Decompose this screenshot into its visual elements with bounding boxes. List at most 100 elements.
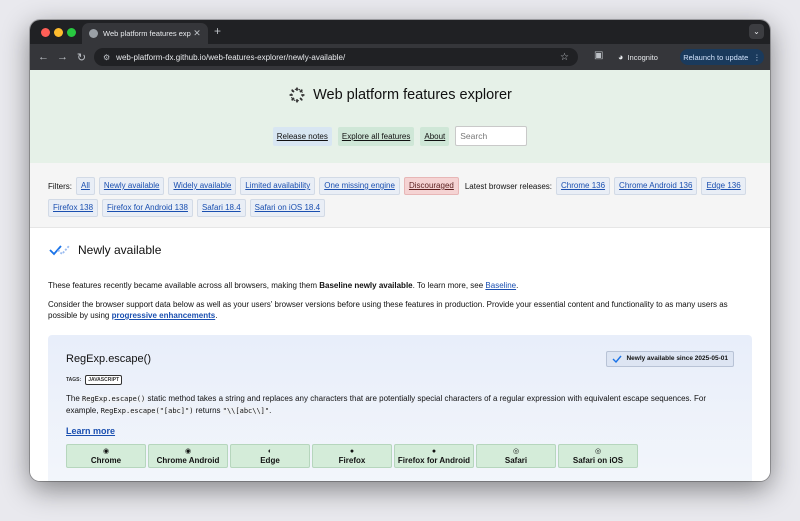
release-firefox[interactable]: Firefox 138 [48, 199, 99, 217]
globe-icon [89, 29, 98, 38]
incognito-label: Incognito [627, 52, 658, 62]
release-chrome-android[interactable]: Chrome Android 136 [614, 177, 698, 195]
page-title: Web platform features explorer [313, 87, 512, 103]
feature-description: The RegExp.escape() static method takes … [66, 393, 734, 417]
new-tab-button[interactable]: + [214, 24, 221, 38]
tag-javascript[interactable]: JAVASCRIPT [85, 374, 123, 385]
support-firefox-android: ● Firefox for Android [394, 443, 474, 468]
safari-icon: ◎ [512, 447, 520, 455]
bookmark-star-icon[interactable]: ☆ [560, 52, 569, 63]
back-arrow-icon[interactable]: ← [34, 51, 53, 63]
search-input[interactable]: Search [455, 126, 528, 146]
support-chrome-android: ◉ Chrome Android [148, 443, 228, 468]
release-notes-link[interactable]: Release notes [272, 126, 332, 146]
about-link[interactable]: About [420, 126, 450, 146]
edge-icon: ◐ [267, 447, 273, 455]
address-bar[interactable]: ⚙ web-platform-dx.github.io/web-features… [94, 48, 578, 66]
safari-icon: ◎ [594, 447, 602, 455]
advice-end: . [215, 311, 218, 320]
feature-card: RegExp.escape() Newly available since 20… [48, 334, 752, 481]
advice-paragraph: Consider the browser support data below … [48, 299, 752, 322]
incognito-icon: ◕ [618, 52, 624, 62]
forward-arrow-icon[interactable]: → [53, 51, 72, 63]
chrome-icon: ◉ [102, 447, 110, 455]
close-icon[interactable]: ✕ [191, 28, 203, 39]
browser-name: Chrome [90, 455, 122, 465]
baseline-newly-available-icon [49, 245, 70, 256]
release-safari[interactable]: Safari 18.4 [196, 199, 246, 217]
code-snippet: RegExp.escape("[abc]") [100, 406, 194, 415]
filter-discouraged[interactable]: Discouraged [403, 177, 459, 195]
browser-name: Firefox for Android [397, 455, 471, 465]
site-settings-icon[interactable]: ⚙ [103, 53, 110, 62]
tab-title: Web platform features explor [103, 29, 191, 38]
explore-all-features-link[interactable]: Explore all features [337, 126, 415, 146]
feature-name[interactable]: RegExp.escape() [66, 353, 151, 365]
checkmark-icon [612, 355, 622, 363]
browser-support-row: ◉ Chrome ◉ Chrome Android ◐ Edge ● Firefox ●… [66, 443, 734, 468]
incognito-indicator[interactable]: ◕ Incognito [618, 49, 658, 65]
chevron-down-icon[interactable]: ⌄ [749, 24, 764, 39]
code-snippet: "\\[abc\\]" [222, 406, 270, 415]
release-chrome[interactable]: Chrome 136 [556, 177, 611, 195]
release-safari-ios[interactable]: Safari on iOS 18.4 [249, 199, 326, 217]
intro-bold: Baseline newly available [319, 281, 413, 290]
close-window-button[interactable] [41, 28, 50, 37]
filter-one-missing-engine[interactable]: One missing engine [319, 177, 400, 195]
support-firefox: ● Firefox [312, 443, 392, 468]
feature-header: RegExp.escape() Newly available since 20… [66, 350, 734, 367]
intro-text: These features recently became available… [48, 281, 320, 290]
browser-name: Chrome Android [156, 455, 220, 465]
latest-releases-label: Latest browser releases: [464, 181, 553, 191]
browser-toolbar: ← → ↻ ⚙ web-platform-dx.github.io/web-fe… [30, 44, 770, 70]
baseline-link[interactable]: Baseline [485, 281, 516, 290]
tab-strip: Web platform features explor ✕ + ⌄ [30, 20, 770, 44]
relaunch-button[interactable]: Relaunch to update ⋮ [680, 49, 764, 65]
intro-paragraph: These features recently became available… [48, 280, 752, 292]
support-safari: ◎ Safari [476, 443, 556, 468]
active-tab[interactable]: Web platform features explor ✕ [82, 23, 208, 44]
desc-text: The [66, 393, 83, 403]
filter-all[interactable]: All [76, 177, 95, 195]
filter-newly-available[interactable]: Newly available [98, 177, 165, 195]
main-content: Newly available These features recently … [30, 243, 770, 481]
site-header: Web platform features explorer Release n… [30, 70, 770, 163]
learn-more-link[interactable]: Learn more [66, 426, 734, 436]
browser-name: Safari [504, 455, 528, 465]
browser-window: Web platform features explor ✕ + ⌄ ← → ↻… [30, 20, 770, 481]
reload-icon[interactable]: ↻ [72, 51, 91, 64]
code-snippet: RegExp.escape() [82, 394, 146, 403]
web-page: Web platform features explorer Release n… [30, 70, 770, 481]
support-safari-ios: ◎ Safari on iOS [558, 443, 638, 468]
maximize-window-button[interactable] [67, 28, 76, 37]
site-brand[interactable]: Web platform features explorer [30, 86, 770, 104]
progressive-enhancements-link[interactable]: progressive enhancements [112, 311, 216, 320]
search-placeholder: Search [460, 131, 488, 141]
filters-bar: Filters: All Newly available Widely avai… [30, 163, 770, 228]
logo-icon [289, 87, 305, 103]
release-edge[interactable]: Edge 136 [701, 177, 746, 195]
chrome-icon: ◉ [184, 447, 192, 455]
browser-name: Firefox [338, 455, 366, 465]
minimize-window-button[interactable] [54, 28, 63, 37]
url-text[interactable]: web-platform-dx.github.io/web-features-e… [116, 53, 560, 62]
firefox-icon: ● [431, 447, 437, 455]
relaunch-label: Relaunch to update [683, 52, 749, 62]
newly-available-badge: Newly available since 2025-05-01 [606, 350, 734, 367]
intro-end: . [516, 281, 519, 290]
release-firefox-android[interactable]: Firefox for Android 138 [102, 199, 193, 217]
feature-tags: TAGS: JAVASCRIPT [66, 374, 734, 385]
firefox-icon: ● [349, 447, 355, 455]
tags-label: TAGS: [66, 376, 82, 383]
extensions-icon[interactable]: ▣ [594, 50, 603, 61]
filter-widely-available[interactable]: Widely available [168, 177, 237, 195]
support-edge: ◐ Edge [230, 443, 310, 468]
browser-name: Safari on iOS [572, 455, 624, 465]
browser-name: Edge [260, 455, 280, 465]
filter-limited-availability[interactable]: Limited availability [240, 177, 316, 195]
main-nav: Release notes Explore all features About… [30, 126, 770, 146]
support-chrome: ◉ Chrome [66, 443, 146, 468]
desc-text: . [269, 405, 272, 415]
section-title: Newly available [78, 243, 162, 257]
menu-dots-icon[interactable]: ⋮ [753, 53, 761, 62]
